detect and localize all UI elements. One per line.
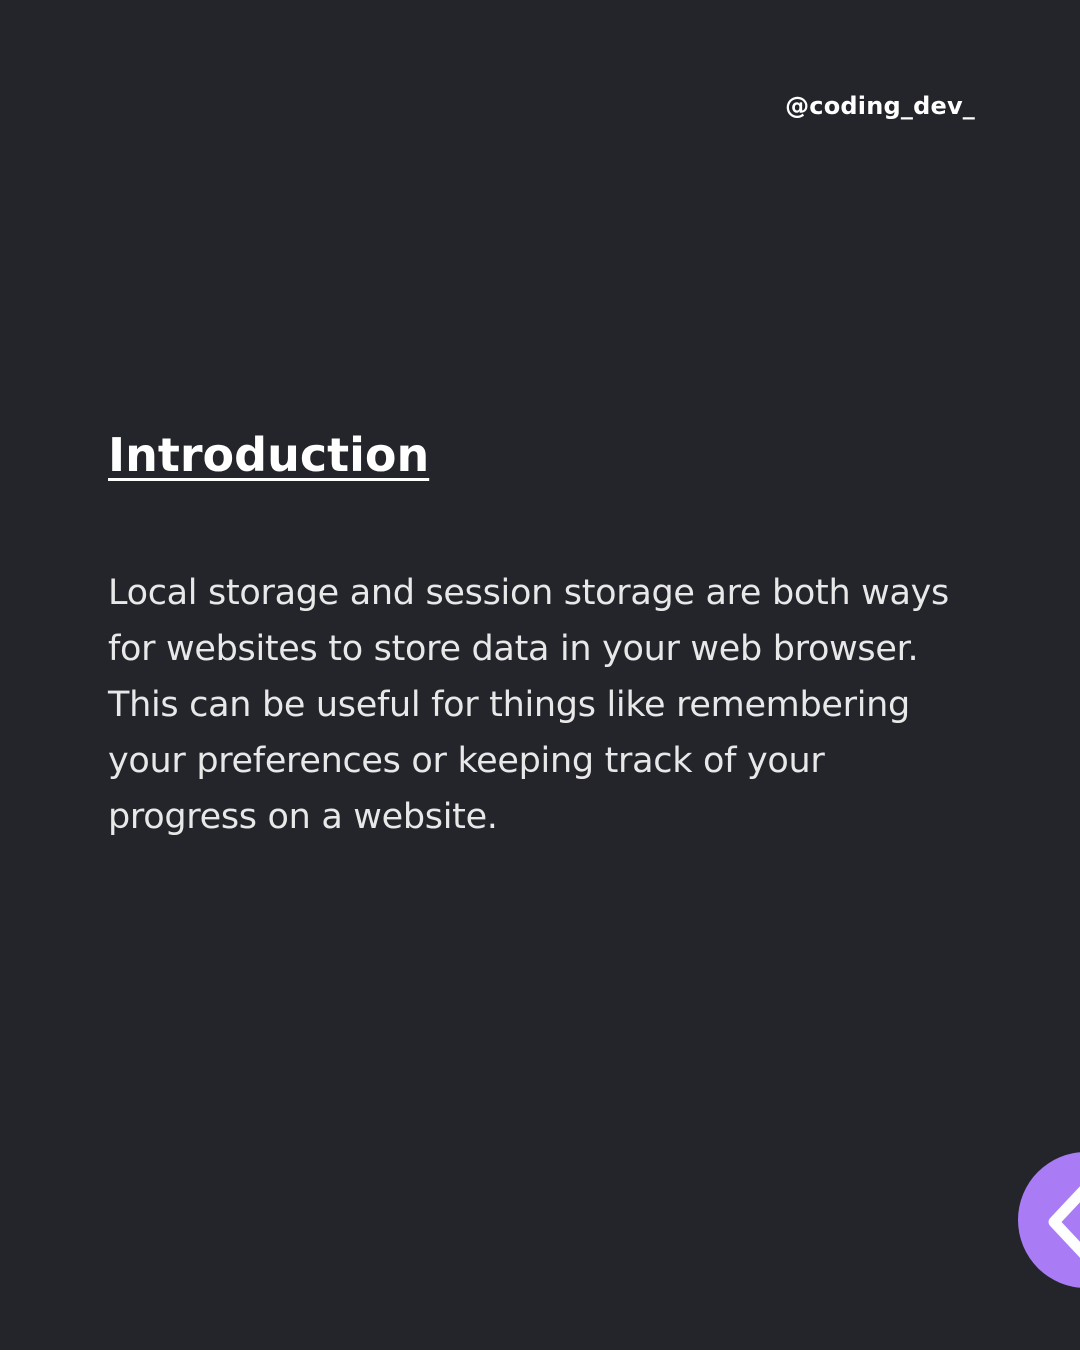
author-handle: @coding_dev_ bbox=[785, 92, 975, 120]
content-block: Introduction Local storage and session s… bbox=[108, 425, 968, 845]
body-paragraph: Local storage and session storage are bo… bbox=[108, 573, 949, 837]
previous-slide-button[interactable] bbox=[1018, 1152, 1080, 1288]
chevron-left-icon bbox=[1048, 1186, 1080, 1258]
page-title: Introduction bbox=[108, 428, 430, 482]
slide: @coding_dev_ Introduction Local storage … bbox=[0, 0, 1080, 1350]
